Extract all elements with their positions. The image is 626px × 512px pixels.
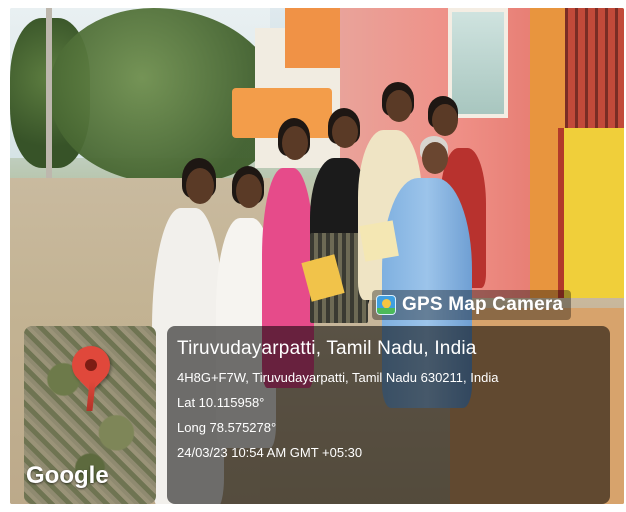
location-info-panel: Tiruvudayarpatti, Tamil Nadu, India 4H8G… xyxy=(167,326,610,504)
address-line: 4H8G+F7W, Tiruvudayarpatti, Tamil Nadu 6… xyxy=(177,370,499,385)
person-7-head xyxy=(422,142,448,174)
google-logo: Google xyxy=(26,462,109,489)
person-2-head xyxy=(236,174,262,208)
app-name: GPS Map Camera xyxy=(402,294,564,315)
map-pin-center xyxy=(82,356,100,374)
person-1-head xyxy=(186,168,214,204)
timestamp-line: 24/03/23 10:54 AM GMT +05:30 xyxy=(177,445,363,460)
longitude-line: Long 78.575278° xyxy=(177,420,277,435)
certificate-2 xyxy=(359,220,399,262)
gps-map-camera-logo-icon xyxy=(376,295,396,315)
window-grill xyxy=(565,8,624,133)
map-thumbnail: Google xyxy=(24,326,156,504)
person-5-head xyxy=(386,90,412,122)
latitude-line: Lat 10.115958° xyxy=(177,395,265,410)
location-title: Tiruvudayarpatti, Tamil Nadu, India xyxy=(177,338,477,359)
person-6-head xyxy=(432,104,458,136)
door-yellow xyxy=(558,128,624,298)
gps-map-camera-badge: GPS Map Camera xyxy=(372,290,572,320)
person-4-head xyxy=(332,116,358,148)
person-3-head xyxy=(282,126,308,160)
house-window xyxy=(448,8,508,118)
